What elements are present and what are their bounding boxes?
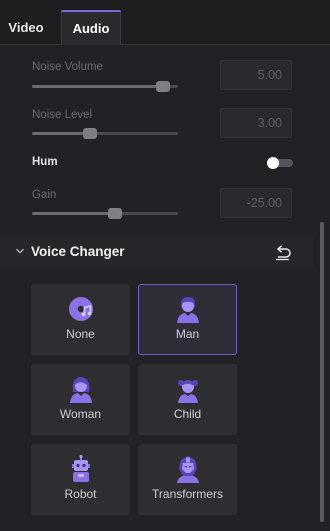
gain-fill [32,212,116,215]
child-icon [178,380,198,403]
noise-volume-handle[interactable] [156,81,171,92]
scrollbar-thumb[interactable] [320,222,324,522]
voice-option-man[interactable]: Man [138,284,237,355]
noise-level-slider[interactable] [32,128,178,139]
gain-label: Gain [32,189,57,201]
voice-option-label: Robot [64,487,97,501]
voice-option-robot[interactable]: Robot [31,444,130,515]
tab-bar: Video Audio [0,0,330,45]
audio-panel: Video Audio Noise Volume 5.00 Noise Leve… [0,0,330,531]
hum-toggle-knob [267,157,279,169]
reset-icon[interactable] [273,243,293,261]
transformer-icon [177,456,199,483]
woman-icon [70,377,92,403]
voice-option-label: None [66,327,95,341]
voice-option-none[interactable]: None [31,284,130,355]
voice-option-woman[interactable]: Woman [31,364,130,435]
noise-volume-label: Noise Volume [32,61,103,73]
voice-changer-header[interactable]: Voice Changer [0,235,313,269]
gain-value[interactable]: -25.00 [220,188,292,218]
robot-icon [72,454,90,482]
voice-option-label: Woman [59,407,102,421]
noise-level-label: Noise Level [32,109,93,121]
voice-option-label: Transformers [152,487,223,501]
man-icon [177,297,199,323]
hum-toggle[interactable] [267,157,293,169]
hum-label: Hum [32,156,58,168]
noise-level-fill [32,132,91,135]
chevron-down-icon[interactable] [14,245,26,257]
tab-video[interactable]: Video [0,10,52,45]
noise-level-value[interactable]: 3.00 [220,108,292,138]
gain-handle[interactable] [108,208,123,219]
gain-slider[interactable] [32,208,178,219]
voice-option-transformers[interactable]: Transformers [138,444,237,515]
noise-volume-fill [32,85,164,88]
noise-level-handle[interactable] [83,128,98,139]
vinyl-note-icon [69,297,93,321]
voice-changer-title: Voice Changer [31,244,125,259]
scrollbar[interactable] [320,222,324,522]
voice-option-child[interactable]: Child [138,364,237,435]
tab-audio[interactable]: Audio [61,10,121,45]
noise-volume-value[interactable]: 5.00 [220,60,292,90]
voice-option-label: Child [173,407,202,421]
voice-option-label: Man [175,327,200,341]
noise-volume-slider[interactable] [32,81,178,92]
